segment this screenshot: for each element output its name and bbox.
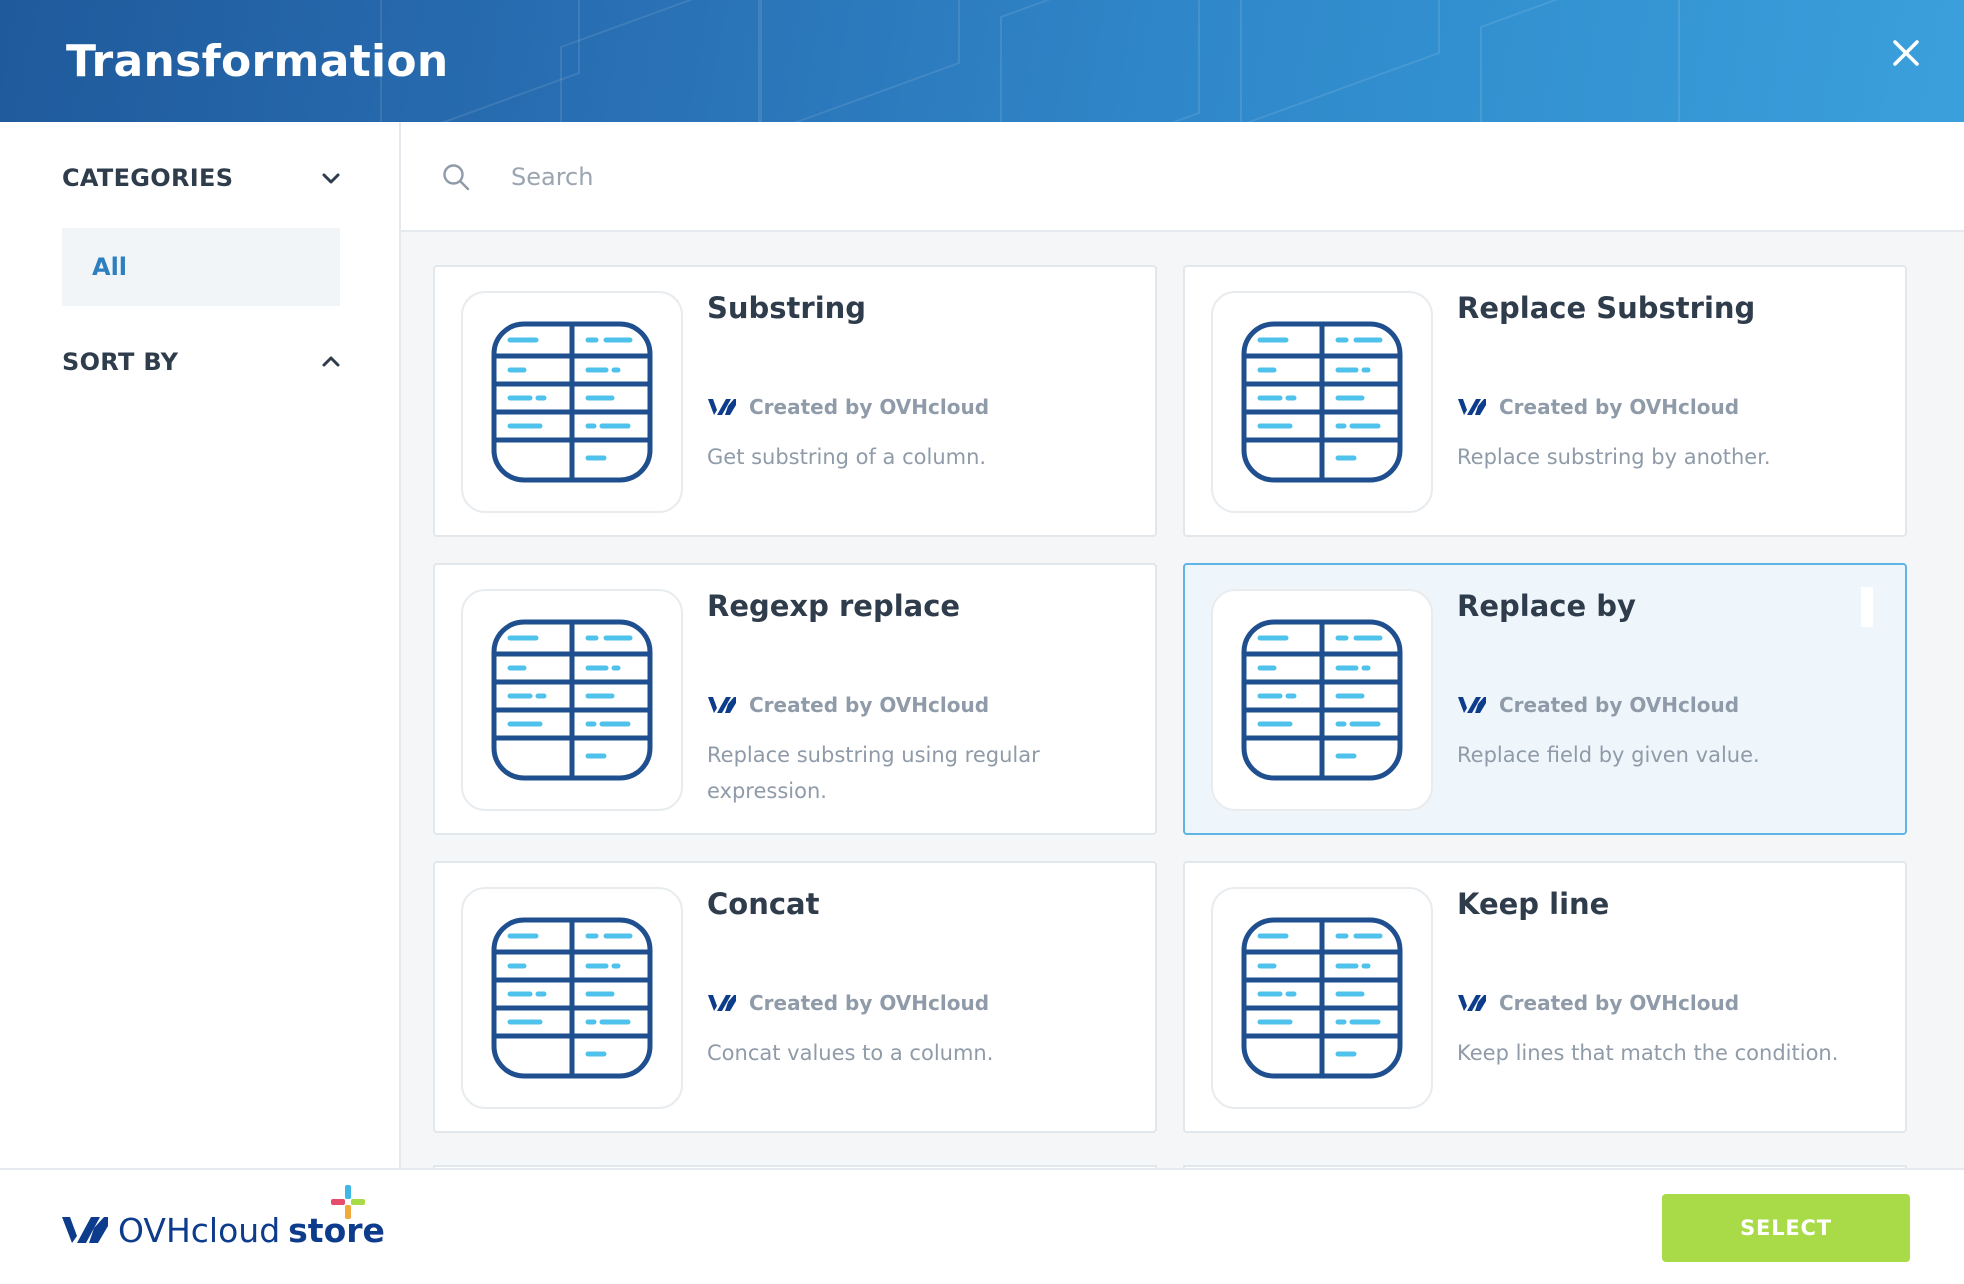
table-icon: [491, 917, 653, 1079]
table-icon: [491, 321, 653, 483]
transformation-card[interactable]: Concat Created by OVHcloud Concat values t…: [433, 861, 1157, 1133]
modal-footer: OVHcloud store SELECT: [0, 1168, 1964, 1284]
card-thumbnail: [461, 887, 683, 1109]
header-decoration: [1000, 0, 1200, 122]
plus-logo-icon: [331, 1185, 365, 1219]
footer-brand: OVHcloud: [118, 1210, 281, 1250]
chevron-up-icon: [322, 356, 340, 367]
card-author-label: Created by OVHcloud: [1499, 693, 1740, 717]
card-title: Regexp replace: [707, 589, 961, 623]
card-thumbnail: [1211, 887, 1433, 1109]
close-button[interactable]: [1886, 34, 1926, 74]
sort-by-label: SORT BY: [62, 348, 179, 376]
card-title: Concat: [707, 887, 820, 921]
table-icon: [1241, 917, 1403, 1079]
search-icon: [443, 164, 470, 191]
transformation-grid: Substring Created by OVHcloud Get substrin…: [433, 265, 1913, 1168]
card-title: Keep line: [1457, 887, 1610, 921]
ovhcloud-logo-icon: [1458, 399, 1486, 415]
card-author-label: Created by OVHcloud: [749, 395, 990, 419]
filter-sidebar: CATEGORIES All SORT BY: [0, 122, 401, 1168]
table-icon: [491, 619, 653, 781]
ovhcloud-logo-icon: [708, 995, 736, 1011]
card-author: Created by OVHcloud: [1457, 991, 1739, 1015]
category-item-all[interactable]: All: [62, 228, 340, 306]
card-author-label: Created by OVHcloud: [749, 693, 990, 717]
header-decoration: [1480, 0, 1680, 122]
card-description: Replace field by given value.: [1457, 743, 1760, 767]
card-description: Concat values to a column.: [707, 1041, 994, 1065]
header-decoration: [760, 0, 960, 122]
catalog-panel: Substring Created by OVHcloud Get substrin…: [401, 122, 1964, 1168]
card-author: Created by OVHcloud: [707, 991, 989, 1015]
transformation-card[interactable]: Regexp replace Created by OVHcloud Replace…: [433, 563, 1157, 835]
card-author: Created by OVHcloud: [707, 395, 989, 419]
header-decoration: [1240, 0, 1440, 122]
card-author-label: Created by OVHcloud: [1499, 991, 1740, 1015]
card-thumbnail: [1211, 291, 1433, 513]
transformation-card[interactable]: Substring Created by OVHcloud Get substrin…: [433, 265, 1157, 537]
modal-header: Transformation: [0, 0, 1964, 122]
close-icon: [1893, 40, 1919, 66]
card-author: Created by OVHcloud: [1457, 693, 1739, 717]
transformation-card[interactable]: Replace by Created by OVHcloud Replace fie…: [1183, 563, 1907, 835]
chevron-down-icon: [322, 173, 340, 184]
transformation-card[interactable]: Keep line Created by OVHcloud Keep lines t…: [1183, 861, 1907, 1133]
card-author-label: Created by OVHcloud: [1499, 395, 1740, 419]
transformation-modal: Transformation CATEGORIES All SORT BY Se…: [0, 0, 1964, 1284]
search-bar: [401, 122, 1964, 232]
ovhcloud-logo-icon: [708, 697, 736, 713]
card-thumbnail: [1211, 589, 1433, 811]
ovhcloud-logo-icon: [62, 1217, 108, 1243]
transformation-card[interactable]: Replace Substring Created by OVHcloud Repl…: [1183, 265, 1907, 537]
select-button[interactable]: SELECT: [1662, 1194, 1910, 1262]
card-scrollbar: [1861, 587, 1873, 627]
categories-label: CATEGORIES: [62, 164, 234, 192]
categories-toggle[interactable]: CATEGORIES: [62, 158, 342, 198]
card-title: Replace by: [1457, 589, 1636, 623]
ovhcloud-logo-icon: [708, 399, 736, 415]
card-author: Created by OVHcloud: [707, 693, 989, 717]
ovhcloud-logo-icon: [1458, 995, 1486, 1011]
ovhcloud-logo-icon: [1458, 697, 1486, 713]
card-thumbnail: [461, 589, 683, 811]
card-description: Get substring of a column.: [707, 445, 987, 469]
card-title: Replace Substring: [1457, 291, 1756, 325]
card-title: Substring: [707, 291, 867, 325]
search-input[interactable]: [511, 150, 1911, 204]
table-icon: [1241, 619, 1403, 781]
card-description: Keep lines that match the condition.: [1457, 1041, 1839, 1065]
card-author: Created by OVHcloud: [1457, 395, 1739, 419]
table-icon: [1241, 321, 1403, 483]
card-description: Replace substring using regular expressi…: [707, 743, 1040, 803]
modal-title: Transformation: [66, 36, 449, 87]
card-thumbnail: [461, 291, 683, 513]
sort-by-toggle[interactable]: SORT BY: [62, 342, 342, 382]
card-author-label: Created by OVHcloud: [749, 991, 990, 1015]
card-description: Replace substring by another.: [1457, 445, 1771, 469]
header-decoration: [560, 0, 760, 122]
